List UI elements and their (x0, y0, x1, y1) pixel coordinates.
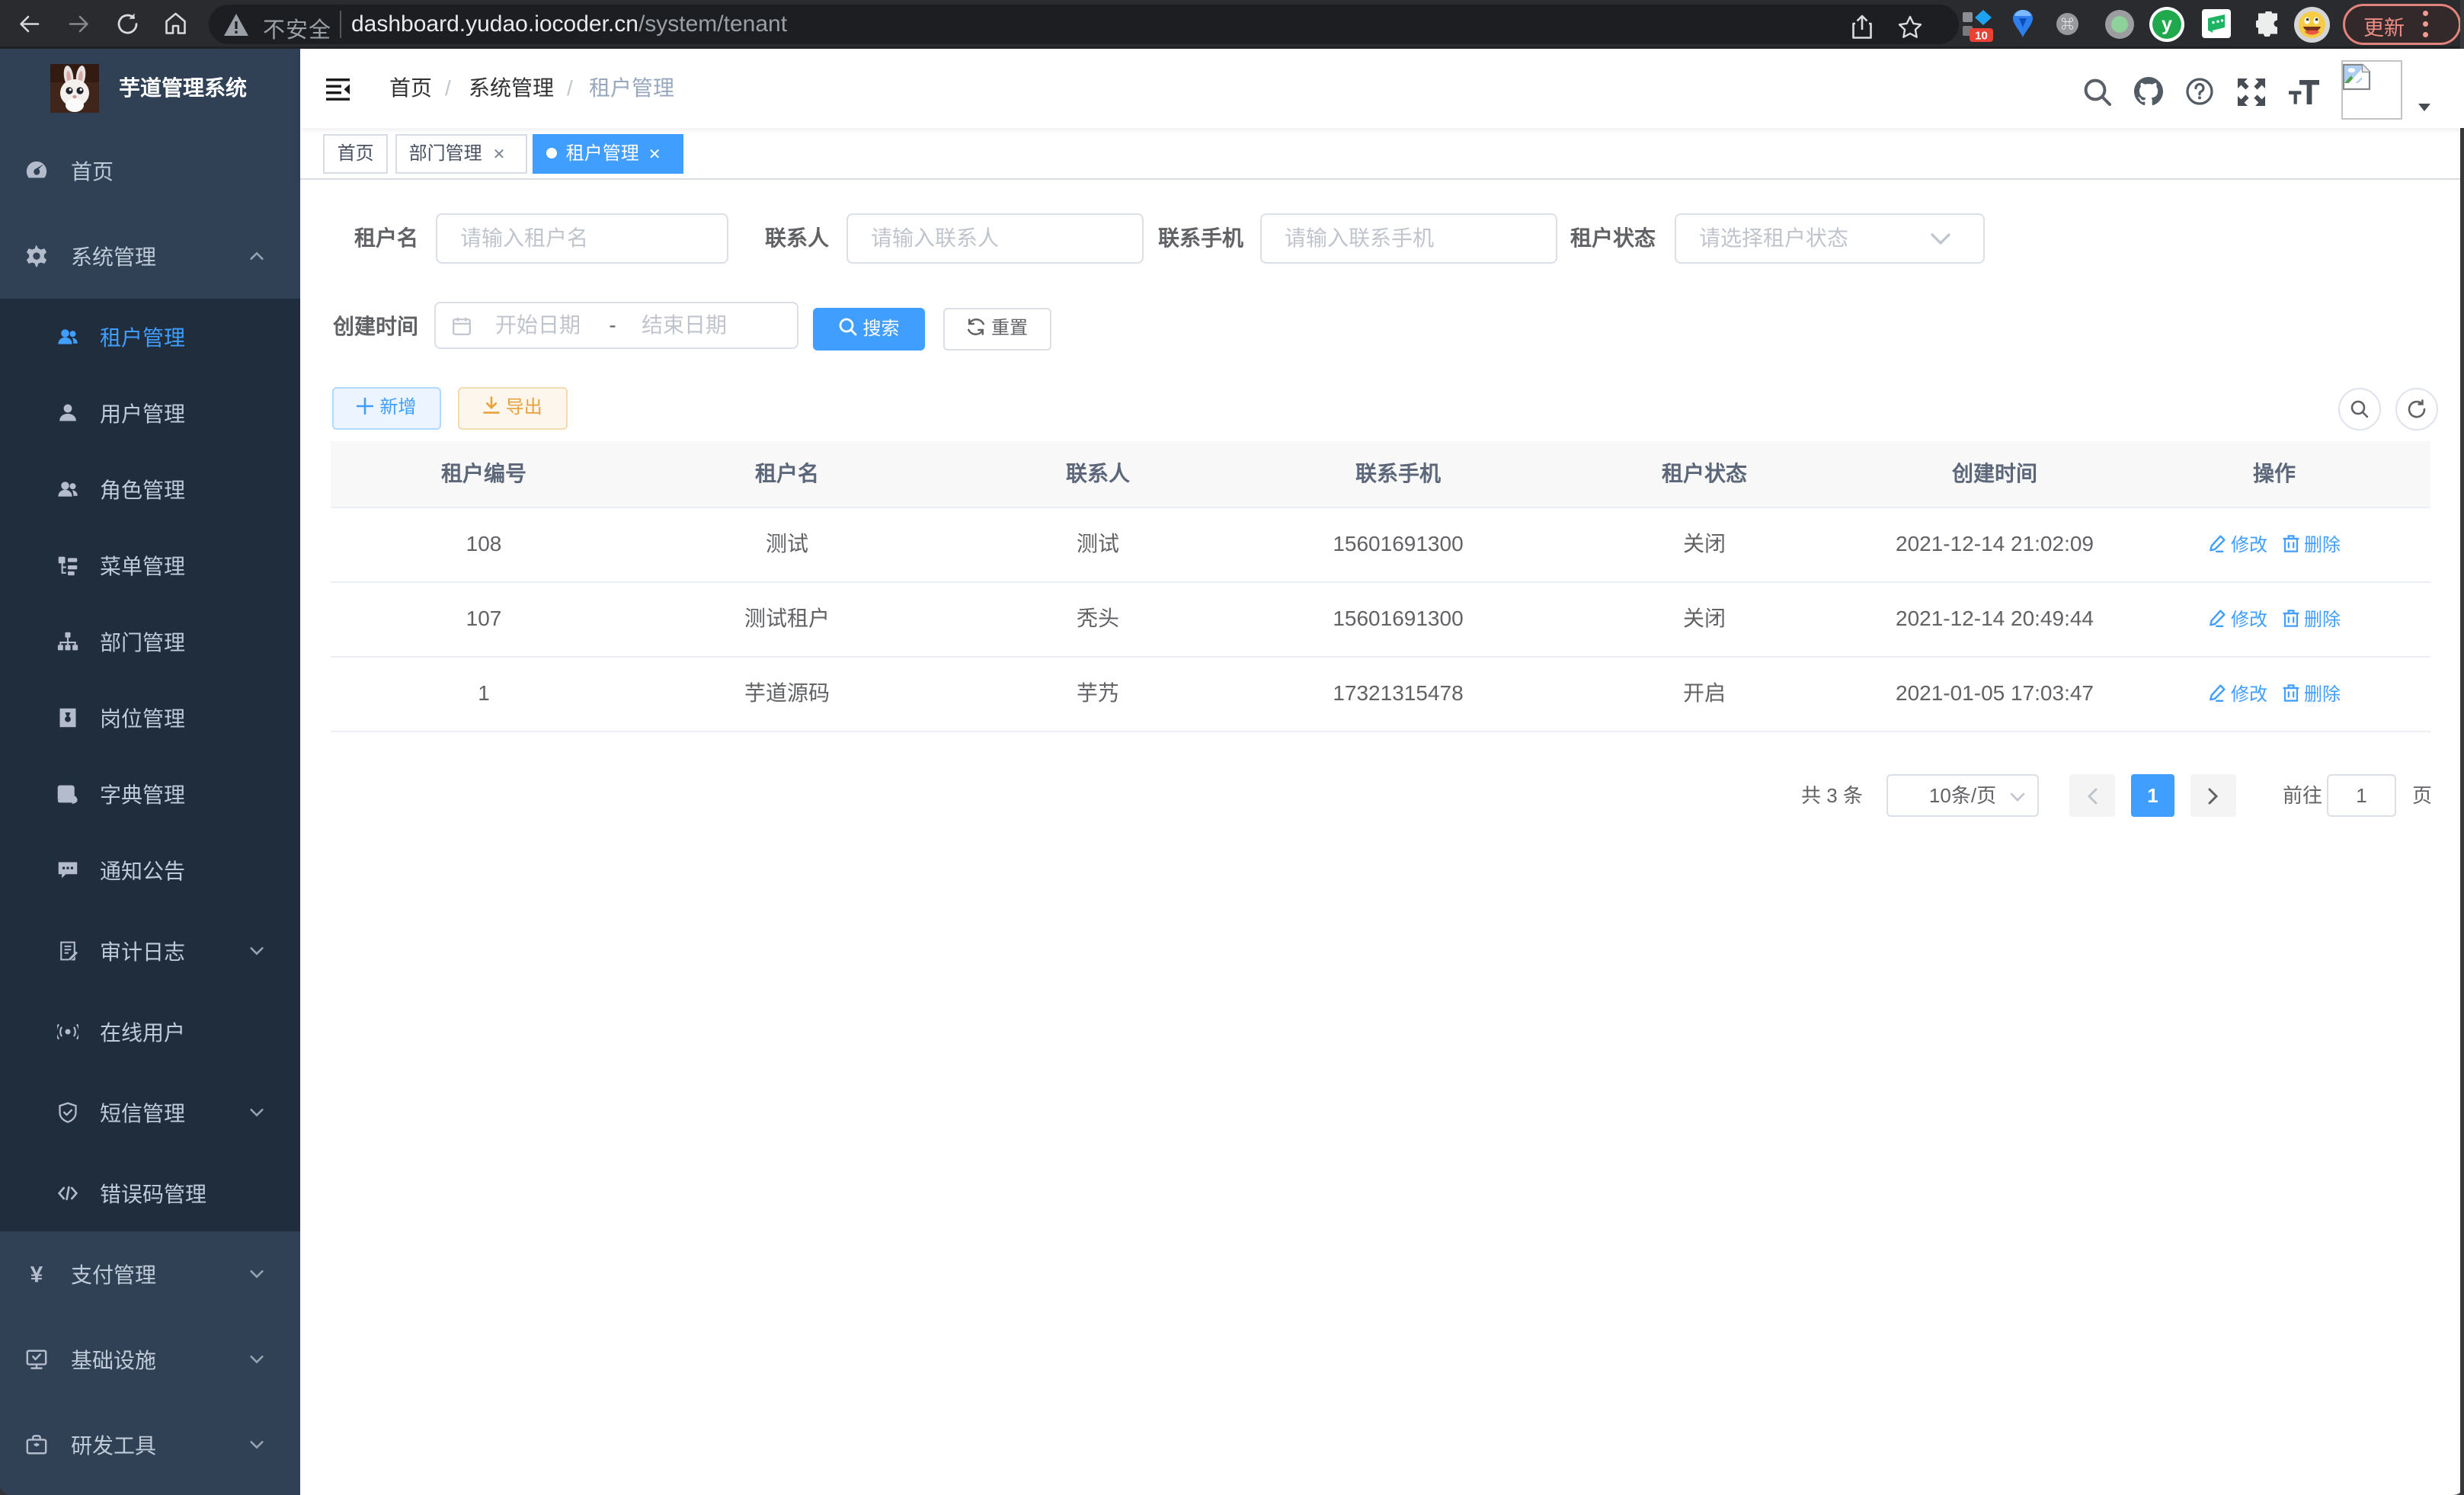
svg-text:10: 10 (1975, 30, 1988, 43)
svg-text:⌘: ⌘ (2061, 18, 2074, 32)
svg-text:¥: ¥ (30, 1263, 43, 1285)
svg-text:y: y (2162, 14, 2172, 35)
